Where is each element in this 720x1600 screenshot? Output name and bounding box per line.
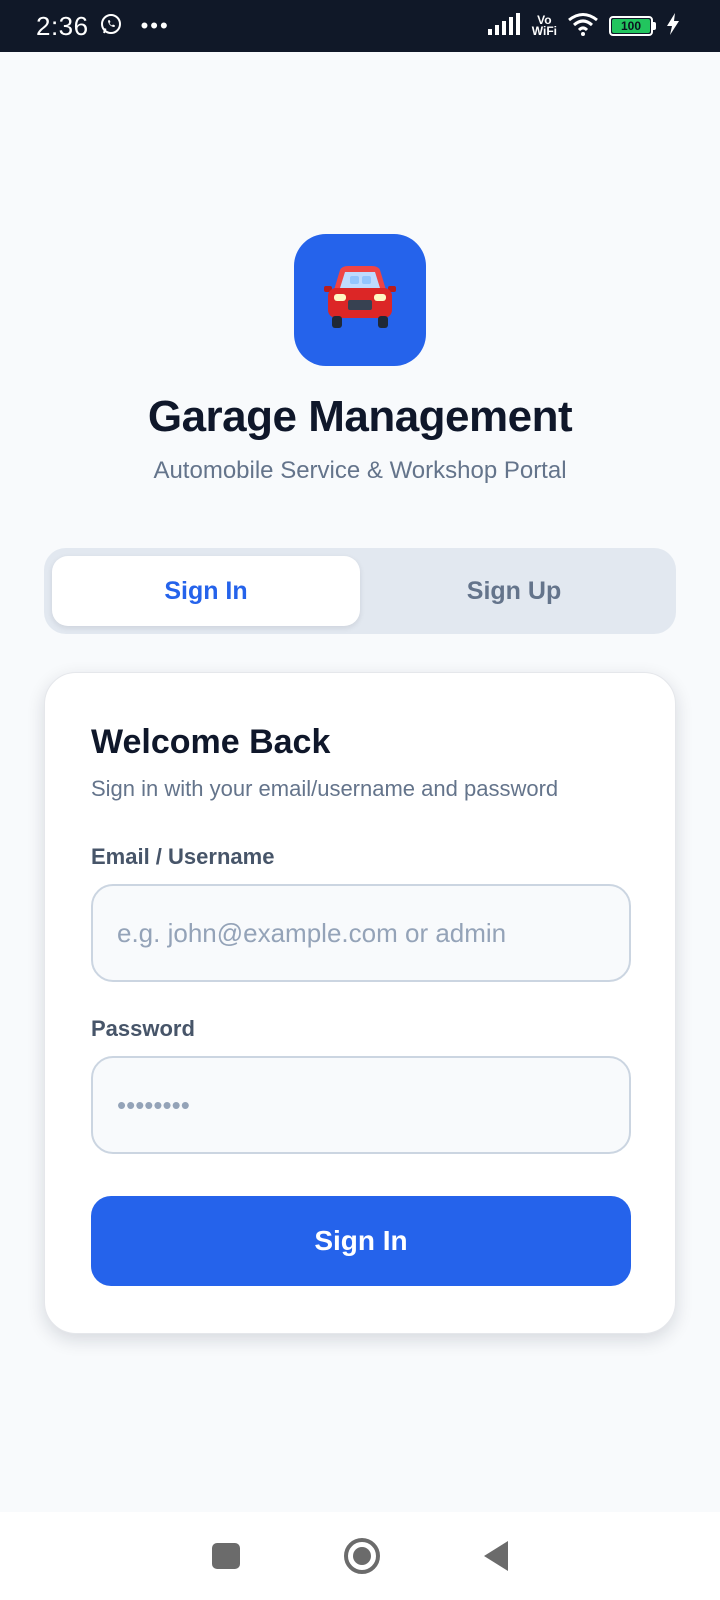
form-title: Welcome Back: [91, 723, 331, 761]
battery-icon: 100: [609, 16, 656, 36]
form-subtitle: Sign in with your email/username and pas…: [91, 776, 559, 801]
home-dot: [353, 1547, 371, 1565]
email-username-field[interactable]: [91, 884, 631, 982]
auth-screen: Garage Management Automobile Service & W…: [0, 52, 720, 1512]
clock: 2:36: [36, 10, 89, 41]
whatsapp-icon: [99, 12, 123, 41]
email-label: Email / Username: [91, 844, 275, 869]
password-label: Password: [91, 1016, 195, 1041]
battery-body: 100: [609, 16, 653, 36]
vowifi-bottom-label: WiFi: [531, 24, 557, 38]
more-dots-icon: •••: [140, 13, 170, 38]
status-bar: 2:36 ••• Vo WiFi 100: [0, 0, 720, 52]
battery-level: 100: [612, 19, 650, 33]
system-nav-bar: [0, 1512, 720, 1600]
back-triangle-icon[interactable]: [484, 1541, 508, 1571]
status-right: Vo WiFi 100: [487, 12, 680, 41]
password-field[interactable]: [91, 1056, 631, 1154]
charging-bolt-icon: [666, 12, 680, 40]
car-icon: [320, 262, 400, 339]
home-circle-icon[interactable]: [344, 1538, 380, 1574]
status-left: 2:36 •••: [36, 11, 170, 42]
app-logo: [294, 234, 426, 366]
battery-tip: [653, 22, 656, 30]
tab-sign-in[interactable]: Sign In: [52, 556, 360, 626]
vowifi-indicator: Vo WiFi: [531, 14, 557, 38]
tab-sign-up[interactable]: Sign Up: [360, 556, 668, 626]
recents-square-icon[interactable]: [212, 1543, 240, 1569]
sign-in-button[interactable]: Sign In: [91, 1196, 631, 1286]
sign-in-card: Welcome Back Sign in with your email/use…: [44, 672, 676, 1334]
wifi-icon: [567, 12, 599, 41]
signal-icon: [487, 12, 522, 40]
app-subtitle: Automobile Service & Workshop Portal: [153, 457, 567, 484]
app-title: Garage Management: [147, 392, 573, 441]
auth-tabs: Sign In Sign Up: [44, 548, 676, 634]
